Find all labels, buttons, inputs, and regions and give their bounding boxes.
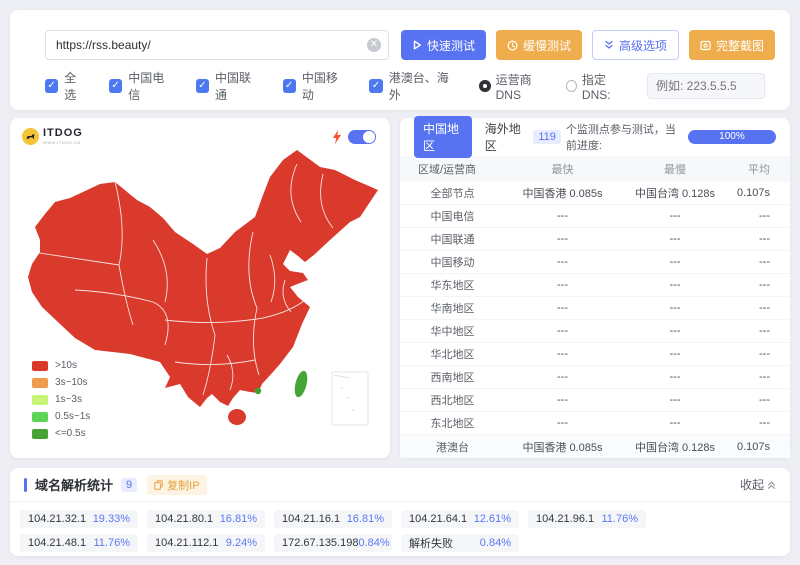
ip-stat-item: 104.21.32.119.33% xyxy=(20,510,138,528)
dns-stats-title: 域名解析统计 xyxy=(35,475,113,494)
checkbox-hmt-overseas[interactable]: ✓ 港澳台、海外 xyxy=(369,69,457,103)
dns-count-badge: 9 xyxy=(121,478,137,492)
legend-item: <=0.5s xyxy=(32,425,90,442)
results-table-header: 区域/运营商 最快 最慢 平均 xyxy=(400,156,790,182)
map-legend: >10s 3s~10s 1s~3s 0.5s~1s <=0.5s xyxy=(32,357,90,442)
table-row: 中国移动--------- xyxy=(400,251,790,274)
copy-ip-button[interactable]: 复制IP xyxy=(147,475,206,495)
radio-selected-icon xyxy=(479,80,491,92)
double-chevron-down-icon xyxy=(604,40,614,50)
clock-icon xyxy=(507,40,518,51)
legend-swatch xyxy=(32,412,48,422)
ip-stat-item: 解析失败0.84% xyxy=(401,534,519,552)
checkbox-china-telecom[interactable]: ✓ 中国电信 xyxy=(109,69,174,103)
checkbox-checked-icon: ✓ xyxy=(283,79,296,93)
advanced-options-button[interactable]: 高级选项 xyxy=(592,30,679,60)
checkbox-china-mobile[interactable]: ✓ 中国移动 xyxy=(283,69,348,103)
custom-dns-input[interactable] xyxy=(647,73,765,99)
tab-overseas-region[interactable]: 海外地区 xyxy=(476,116,534,158)
url-input[interactable] xyxy=(45,30,389,60)
south-china-sea-inset xyxy=(332,372,368,425)
checkbox-checked-icon: ✓ xyxy=(109,79,122,93)
progress-bar: 100% xyxy=(688,130,776,144)
hongkong-marker xyxy=(255,388,261,394)
legend-item: 1s~3s xyxy=(32,391,90,408)
table-row: 西南地区--------- xyxy=(400,366,790,389)
legend-swatch xyxy=(32,395,48,405)
legend-swatch xyxy=(32,429,48,439)
legend-swatch xyxy=(32,378,48,388)
copy-icon xyxy=(154,480,163,490)
table-row: 华北地区--------- xyxy=(400,343,790,366)
legend-swatch xyxy=(32,361,48,371)
test-results-card: 中国地区 海外地区 119 个监测点参与测试，当前进度: 100% 区域/运营商… xyxy=(400,118,790,458)
ip-stat-item: 104.21.48.111.76% xyxy=(20,534,138,552)
ip-stat-item: 104.21.96.111.76% xyxy=(528,510,646,528)
screenshot-icon xyxy=(700,40,711,51)
checkbox-china-unicom[interactable]: ✓ 中国联通 xyxy=(196,69,261,103)
test-toolbar-card: ✕ 快速测试 缓慢测试 高级选项 完整截图 ✓ 全选 xyxy=(10,10,790,110)
radio-custom-dns[interactable]: 指定DNS: xyxy=(566,71,629,102)
table-row: 全部节点中国香港 0.085s中国台湾 0.128s0.107s xyxy=(400,182,790,205)
ip-stats-grid: 104.21.32.119.33% 104.21.80.116.81% 104.… xyxy=(10,502,790,552)
tab-china-region[interactable]: 中国地区 xyxy=(414,116,472,158)
checkbox-checked-icon: ✓ xyxy=(45,79,58,93)
table-row: 西北地区--------- xyxy=(400,389,790,412)
dns-stats-card: 域名解析统计 9 复制IP 收起 104.21.32.119.33% 104.2… xyxy=(10,468,790,556)
checkbox-checked-icon: ✓ xyxy=(369,79,382,93)
table-row: 华东地区--------- xyxy=(400,274,790,297)
table-row: 中国电信--------- xyxy=(400,205,790,228)
section-accent-bar xyxy=(24,478,27,492)
quick-test-button[interactable]: 快速测试 xyxy=(401,30,486,60)
progress-label: 个监测点参与测试，当前进度: xyxy=(566,121,683,153)
full-screenshot-button[interactable]: 完整截图 xyxy=(689,30,775,60)
legend-item: 3s~10s xyxy=(32,374,90,391)
chevron-up-icon xyxy=(767,480,776,490)
legend-item: 0.5s~1s xyxy=(32,408,90,425)
node-count-badge: 119 xyxy=(533,130,561,144)
china-map-card: ITDOG WWW.ITDOG.CN xyxy=(10,118,390,458)
radio-unselected-icon xyxy=(566,80,577,92)
table-row: 华中地区--------- xyxy=(400,320,790,343)
ip-stat-item: 172.67.135.1980.84% xyxy=(274,534,392,552)
ip-stat-item: 104.21.80.116.81% xyxy=(147,510,265,528)
table-row: 港澳台中国香港 0.085s中国台湾 0.128s0.107s xyxy=(400,435,790,458)
url-input-wrap: ✕ xyxy=(45,30,389,60)
ip-stat-item: 104.21.16.116.81% xyxy=(274,510,392,528)
results-table-body: 全部节点中国香港 0.085s中国台湾 0.128s0.107s 中国电信---… xyxy=(400,182,790,458)
checkbox-select-all[interactable]: ✓ 全选 xyxy=(45,69,87,103)
clear-input-icon[interactable]: ✕ xyxy=(367,38,381,52)
ip-stat-item: 104.21.64.112.61% xyxy=(401,510,519,528)
hainan-island xyxy=(228,409,246,425)
logo-title: ITDOG xyxy=(43,128,83,139)
legend-item: >10s xyxy=(32,357,90,374)
table-row: 华南地区--------- xyxy=(400,297,790,320)
table-row: 中国联通--------- xyxy=(400,228,790,251)
slow-test-button[interactable]: 缓慢测试 xyxy=(496,30,582,60)
radio-carrier-dns[interactable]: 运营商DNS xyxy=(479,71,550,102)
play-icon xyxy=(412,40,422,50)
table-row: 东北地区--------- xyxy=(400,412,790,435)
taiwan-island xyxy=(292,370,309,399)
checkbox-checked-icon: ✓ xyxy=(196,79,209,93)
ip-stat-item: 104.21.112.19.24% xyxy=(147,534,265,552)
collapse-button[interactable]: 收起 xyxy=(740,476,776,493)
